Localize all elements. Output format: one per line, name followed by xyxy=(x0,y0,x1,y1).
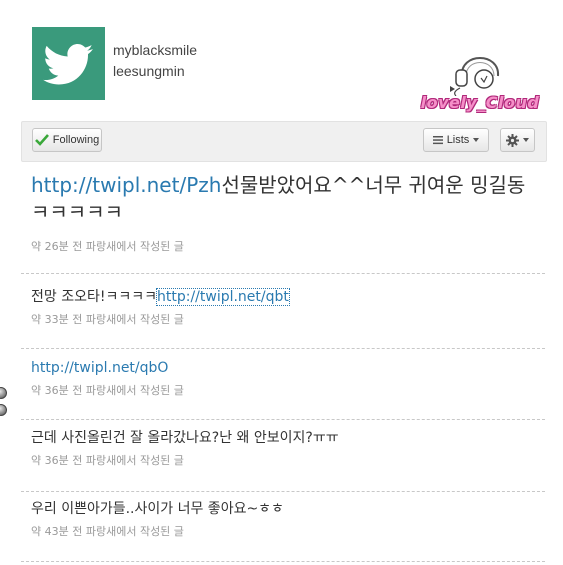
lists-label: Lists xyxy=(446,134,470,146)
twitter-bird-icon xyxy=(42,43,93,84)
checkmark-icon xyxy=(34,134,49,146)
lovely-cloud-logo: lovely_Cloud xyxy=(416,36,544,118)
screen-name[interactable]: myblacksmile xyxy=(113,40,197,61)
tweet-item: http://twipl.net/qbO 약 36분 전 파랑새에서 작성된 글 xyxy=(31,358,545,398)
tweet-meta: 약 43분 전 파랑새에서 작성된 글 xyxy=(31,525,184,538)
profile-avatar[interactable] xyxy=(32,27,105,100)
tweet-link[interactable]: http://twipl.net/qbt xyxy=(155,288,290,306)
logo-text: lovely_Cloud xyxy=(420,93,540,112)
tweet-meta: 약 36분 전 파랑새에서 작성된 글 xyxy=(31,384,184,397)
list-icon xyxy=(432,136,443,145)
tweet-link[interactable]: http://twipl.net/Pzh xyxy=(31,173,221,197)
tweet-meta: 약 36분 전 파랑새에서 작성된 글 xyxy=(31,454,184,467)
tweet-divider xyxy=(21,348,545,349)
following-button[interactable]: Following xyxy=(32,128,102,152)
chevron-down-icon xyxy=(523,138,529,142)
scroll-dot-icon xyxy=(0,387,7,399)
full-name: leesungmin xyxy=(113,63,185,79)
tweet-body: 전망 조오타!ㅋㅋㅋㅋ xyxy=(31,289,157,305)
profile-toolbar: Following Lists xyxy=(21,121,547,162)
tweet-item: 전망 조오타!ㅋㅋㅋㅋhttp://twipl.net/qbt 약 33분 전 … xyxy=(31,287,545,327)
tweet-item: 우리 이쁜아가들..사이가 너무 좋아요~ㅎㅎ 약 43분 전 파랑새에서 작성… xyxy=(31,499,545,539)
tweet-divider xyxy=(21,273,545,274)
tweet-text: http://twipl.net/Pzh선물받았어요^^너무 귀여운 밍길동 ㅋ… xyxy=(31,172,545,226)
tweet-divider xyxy=(21,561,545,562)
scroll-dot-icon xyxy=(0,404,7,416)
settings-button[interactable] xyxy=(500,128,535,152)
tweet-item: 근데 사진올린건 잘 올라갔나요?난 왜 안보이지?ㅠㅠ 약 36분 전 파랑새… xyxy=(31,428,545,468)
tweet-meta: 약 33분 전 파랑새에서 작성된 글 xyxy=(31,313,184,326)
gear-icon xyxy=(506,133,519,147)
tweet-text: 근데 사진올린건 잘 올라갔나요?난 왜 안보이지?ㅠㅠ xyxy=(31,428,545,448)
tweet-text: 우리 이쁜아가들..사이가 너무 좋아요~ㅎㅎ xyxy=(31,499,545,519)
tweet-link[interactable]: http://twipl.net/qbO xyxy=(31,360,168,376)
tweet-body: 우리 이쁜아가들..사이가 너무 좋아요~ㅎㅎ xyxy=(31,501,284,517)
tweet-item: http://twipl.net/Pzh선물받았어요^^너무 귀여운 밍길동 ㅋ… xyxy=(31,172,545,254)
following-label: Following xyxy=(52,134,100,146)
lists-button[interactable]: Lists xyxy=(423,128,489,152)
chevron-down-icon xyxy=(473,138,480,142)
tweet-divider xyxy=(21,419,545,420)
tweet-text: http://twipl.net/qbO xyxy=(31,358,545,378)
tweet-meta: 약 26분 전 파랑새에서 작성된 글 xyxy=(31,240,184,253)
tweet-text: 전망 조오타!ㅋㅋㅋㅋhttp://twipl.net/qbt xyxy=(31,287,545,307)
tweet-body: 근데 사진올린건 잘 올라갔나요?난 왜 안보이지?ㅠㅠ xyxy=(31,430,339,446)
headphones-icon xyxy=(450,57,500,96)
tweet-divider xyxy=(21,491,545,492)
